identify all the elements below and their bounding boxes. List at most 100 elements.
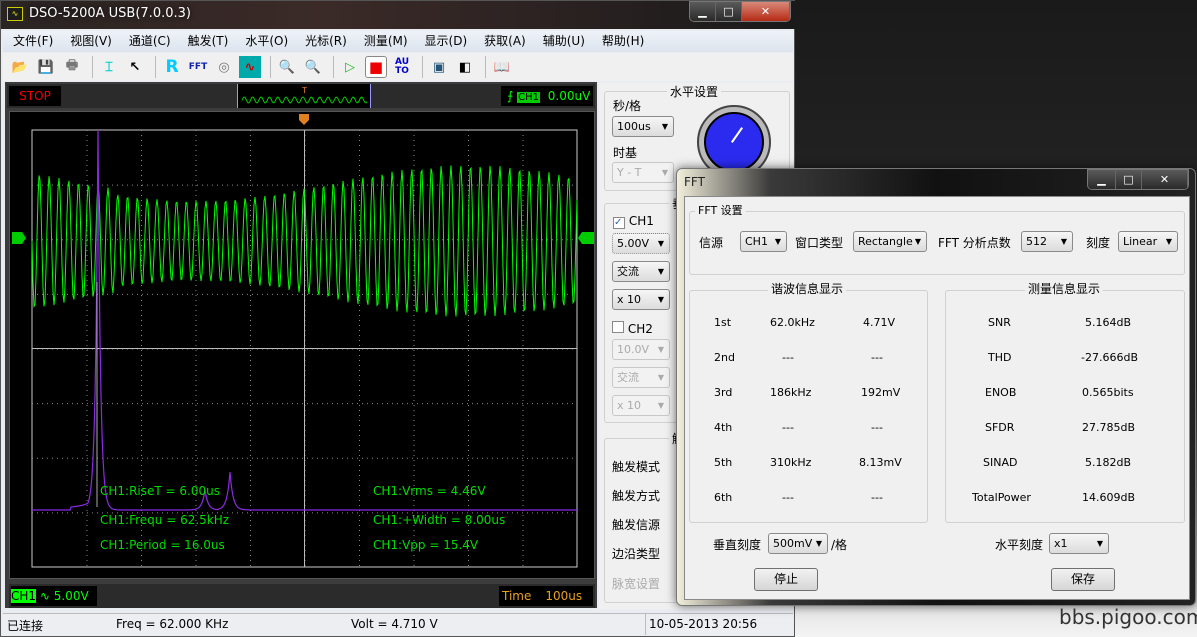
fft-close-button[interactable]: ✕ [1142,170,1188,189]
menu-trigger[interactable]: 触发(T) [178,31,236,52]
stop-icon[interactable]: ■ [365,56,387,78]
grid-dot [157,457,158,459]
grid-dot [197,184,198,186]
grid-dot [522,320,524,321]
grid-dot [195,280,197,281]
zoom-out-icon[interactable]: 🔍 [276,56,298,78]
fft-minimize-button[interactable]: ▁ [1088,170,1116,189]
menu-measure[interactable]: 测量(M) [354,31,415,52]
timebase-info: Time 100us [499,586,593,606]
menu-help[interactable]: 帮助(H) [592,31,651,52]
grid-dot [522,184,523,186]
grid-dot [377,239,378,241]
grid-dot [212,457,213,459]
stop-button[interactable]: 停止 [754,568,818,591]
grid-dot [557,403,558,405]
grid-dot [162,457,163,459]
grid-dot [250,335,251,336]
grid-dot [195,565,197,566]
grid-dot [292,184,293,186]
grid-dot [52,512,53,514]
grid-dot [86,295,88,296]
window-type-dropdown[interactable]: Rectangle ▼ [853,231,927,252]
grid-dot [527,512,528,514]
grid-dot [397,239,398,241]
points-dropdown[interactable]: 512 ▼ [1021,231,1073,252]
cursor-measure-icon[interactable]: ⌶ [98,56,120,78]
ch1-coupling-dropdown[interactable]: 交流 ▼ [612,261,670,282]
vertical-scale-dropdown[interactable]: 500mV ▼ [768,533,828,554]
grid-dot [407,457,408,459]
close-button[interactable]: ✕ [742,2,790,21]
sec-div-dropdown[interactable]: 100us ▼ [612,116,674,137]
ch2-volt-dropdown[interactable]: 10.0V ▼ [612,339,670,360]
grid-dot [267,403,268,405]
menu-cursor[interactable]: 光标(R) [295,31,354,52]
grid-dot [468,450,469,451]
grid-dot [522,215,524,216]
grid-dot [468,325,469,326]
memory-position-bar[interactable]: T [237,84,371,108]
menu-file[interactable]: 文件(F) [3,31,60,52]
grid-dot [212,403,213,405]
reference-icon[interactable]: R [161,56,183,78]
fft-maximize-button[interactable]: □ [1116,170,1142,189]
ch2-checkbox[interactable]: CH2 [612,321,653,336]
maximize-button[interactable]: □ [716,2,742,21]
record-icon[interactable]: ◎ [213,56,235,78]
grid-dot [522,205,524,206]
grid-dot [217,457,218,459]
pointer-icon[interactable]: ↖ [124,56,146,78]
display-icon[interactable]: ∿ [239,56,261,78]
grid-dot [537,512,538,514]
menu-acquire[interactable]: 获取(A) [474,31,533,52]
save-button[interactable]: 保存 [1051,568,1115,591]
open-icon[interactable]: 📂 [9,56,31,78]
run-icon[interactable]: ▷ [339,56,361,78]
timebase-dropdown[interactable]: Y - T ▼ [612,162,674,183]
grid-dot [250,375,251,376]
grid-dot [397,457,398,459]
grid-dot [359,410,360,411]
grid-dot [522,425,524,426]
menu-channel[interactable]: 通道(C) [119,31,178,52]
scale-dropdown[interactable]: Linear ▼ [1118,231,1178,252]
print-icon[interactable]: 🖶 [61,56,83,78]
fullscreen-icon[interactable]: ▣ [428,56,450,78]
waveform-display[interactable]: CH1:RiseT = 6.00us CH1:Frequ = 62.5kHz C… [9,111,595,579]
menu-view[interactable]: 视图(V) [60,31,119,52]
help-book-icon[interactable]: 📖 [491,56,513,78]
grid-dot [402,239,403,241]
grid-dot [141,300,142,301]
zoom-in-icon[interactable]: 🔍 [302,56,324,78]
grid-dot [359,540,360,541]
menu-horizontal[interactable]: 水平(O) [235,31,295,52]
ch2-probe-dropdown[interactable]: x 10 ▼ [612,395,670,416]
grid-dot [86,315,88,316]
grid-dot [257,512,258,514]
ch1-probe-dropdown[interactable]: x 10 ▼ [612,289,670,310]
grid-dot [86,270,88,271]
grid-dot [72,403,73,405]
ch2-coupling-dropdown[interactable]: 交流 ▼ [612,367,670,388]
grid-dot [359,350,360,351]
ch1-checkbox[interactable]: ✓ CH1 [613,214,654,229]
grid-dot [417,457,418,459]
save-icon[interactable]: 💾 [35,56,57,78]
horizontal-scale-dropdown[interactable]: x1 ▼ [1049,533,1109,554]
fft-icon[interactable]: FFT [187,56,209,78]
auto-icon[interactable]: AU TO [391,56,413,78]
harmonic-freq: 186kHz [770,386,812,399]
menu-utility[interactable]: 辅助(U) [533,31,592,52]
grid-dot [367,512,368,514]
source-dropdown[interactable]: CH1 ▼ [740,231,787,252]
grid-dot [250,250,251,251]
grid-dot [547,512,548,514]
minimize-button[interactable]: ▁ [690,2,716,21]
menu-display[interactable]: 显示(D) [415,31,475,52]
grid-dot [522,505,524,506]
panel-icon[interactable]: ◧ [454,56,476,78]
ch1-volt-dropdown[interactable]: 5.00V ▼ [612,233,670,254]
grid-dot [468,425,469,426]
grid-dot [359,185,360,186]
